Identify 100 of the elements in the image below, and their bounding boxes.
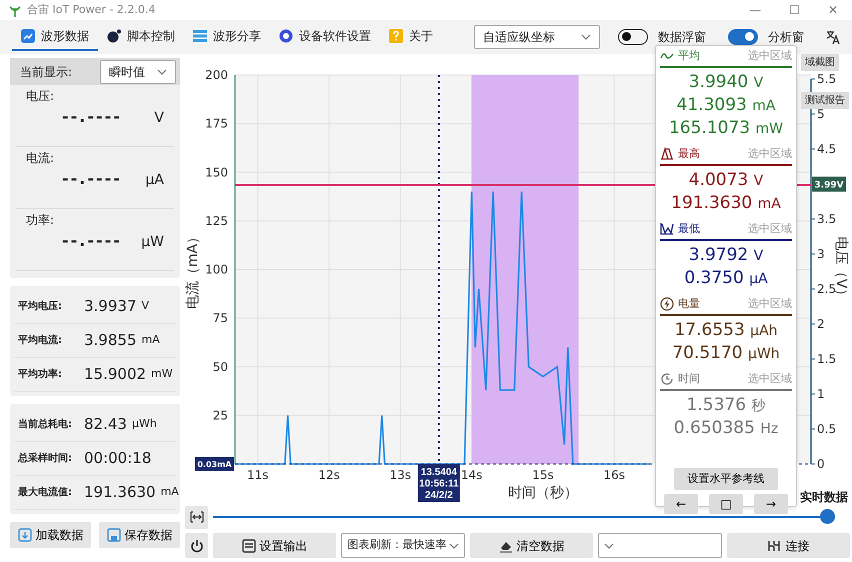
scale-select[interactable]: 自适应纵坐标 [474,25,600,49]
axis-tick-label: 125 [205,214,228,228]
axis-tick-label: 150 [205,165,228,180]
mode-label: 实时数据 [800,489,848,506]
output-button[interactable]: 设置输出 [213,533,336,558]
caret-icon [581,34,591,40]
reading-label: 电流: [26,150,56,167]
axis-title: 电流（mA） [185,230,201,310]
maximize-button[interactable]: ☐ [789,1,800,19]
caret-icon [448,542,459,548]
save-icon [106,528,120,542]
measured-value: 17.6553 μAh [673,319,779,342]
window-title: 合宙 IoT Power - 2.2.0.4 [27,2,156,18]
expand-icon [190,511,204,523]
unit-label: mA [160,484,179,500]
reading-value: --.---- [62,168,122,190]
plug-icon [767,538,782,552]
stat-value: 191.3630 [84,482,156,504]
tab[interactable]: 脚本控制 [98,23,184,51]
caret-icon [157,68,167,74]
reference-label: 3.99V [812,176,846,192]
measured-value: 4.0073 V [688,169,764,192]
measured-value: 3.9940 V [688,71,764,94]
ref-line-label: 13.5404 [420,467,458,478]
stat-label: 总采样时间: [18,452,73,466]
unit-label: mW [151,366,173,382]
axis-tick-label: 1.5 [817,352,836,366]
ref-line-label: 0.03mA [197,460,232,469]
stat-value: 82.43 [84,414,127,436]
axis-tick-label: 16s [603,468,626,482]
connect-button[interactable]: 连接 [726,533,850,558]
section-title: 平均 [678,48,700,64]
power-button[interactable] [185,533,208,558]
stop-button[interactable]: □ [709,494,743,514]
axis-tick-label: 25 [212,408,228,422]
close-button[interactable]: ✕ [828,1,838,19]
list-icon [193,29,207,43]
stat-value: 3.9855 [84,330,136,352]
data-button[interactable]: 保存数据 [99,522,180,548]
tab[interactable]: 关于 [380,23,442,51]
axis-tick-label: 3 [817,247,825,261]
axis-tick-label: 50 [212,360,228,374]
measured-value: 70.5170 μWh [671,342,781,365]
section-scope: 选中区域 [748,296,792,312]
tab[interactable]: 波形分享 [184,23,270,51]
stat-label: 平均电压: [18,300,63,314]
axis-tick-label: 175 [205,116,228,131]
axis-tick-label: 1 [817,387,825,401]
axis-tick-label: 13s [390,468,412,482]
stat-label: 最大电流值: [18,485,73,500]
caret-icon [604,542,614,548]
section-scope: 选中区域 [748,370,792,387]
stat-value: 00:00:18 [84,448,152,470]
display-label: 当前显示: [20,64,72,80]
section-title: 最低 [678,220,700,237]
axis-tick-label: 11s [247,468,269,482]
power-icon [190,538,204,552]
axis-tick-label: 12s [318,468,340,482]
reading-value: --.---- [62,230,122,252]
unit-label: μW [141,233,164,252]
unit-label: mA [142,332,160,348]
forward-button[interactable]: → [754,494,788,514]
tab[interactable]: 波形数据 [12,23,98,51]
axis-tick-label: 15s [532,468,554,482]
unit-label: μA [146,171,164,190]
axis-tick-label: 2 [817,317,825,331]
toggle-switch[interactable] [728,29,758,45]
translate-icon[interactable] [826,30,840,44]
axis-tick-label: 5.5 [817,72,836,86]
toolbar-button[interactable]: 域截图 [801,54,839,71]
axis-tick-label: 0.5 [817,422,836,436]
slider-thumb[interactable] [820,509,835,524]
refresh-select[interactable]: 图表刷新：最快速率 [341,533,465,558]
toggle-label: 分析窗 [768,29,804,46]
unit-label: V [154,109,164,128]
measured-value: 41.3093 mA [676,94,776,117]
reading-label: 功率: [26,212,56,229]
toggle-switch[interactable] [618,29,648,45]
section-title: 时间 [678,370,700,387]
clear-button[interactable]: 清空数据 [470,533,594,558]
axis-tick-label: 3.5 [817,212,836,226]
cursor-label: 13.5404 10:56:11 24/2/2 [418,464,460,502]
display-select[interactable]: 瞬时值 [100,60,176,84]
cursor-line[interactable] [438,75,440,464]
reference-line-button[interactable]: 设置水平参考线 [674,468,778,490]
section-title: 最高 [678,146,700,162]
toolbar-button[interactable]: 测试报告 [801,92,849,109]
valley-icon [660,222,674,236]
lightning-icon [660,297,674,311]
axis-tick-label: 5 [817,107,825,121]
data-button[interactable]: 加载数据 [10,522,91,548]
peak-icon [660,147,674,161]
back-button[interactable]: ← [664,494,698,514]
measured-value: 0.650385 Hz [672,417,780,440]
baseline-label: 0.03mA [195,456,234,471]
tab[interactable]: 设备软件设置 [270,23,380,51]
minimize-button[interactable]: — [749,1,762,19]
fit-button[interactable] [185,506,208,528]
stat-label: 当前总耗电: [18,418,73,432]
section-scope: 选中区域 [748,48,792,64]
